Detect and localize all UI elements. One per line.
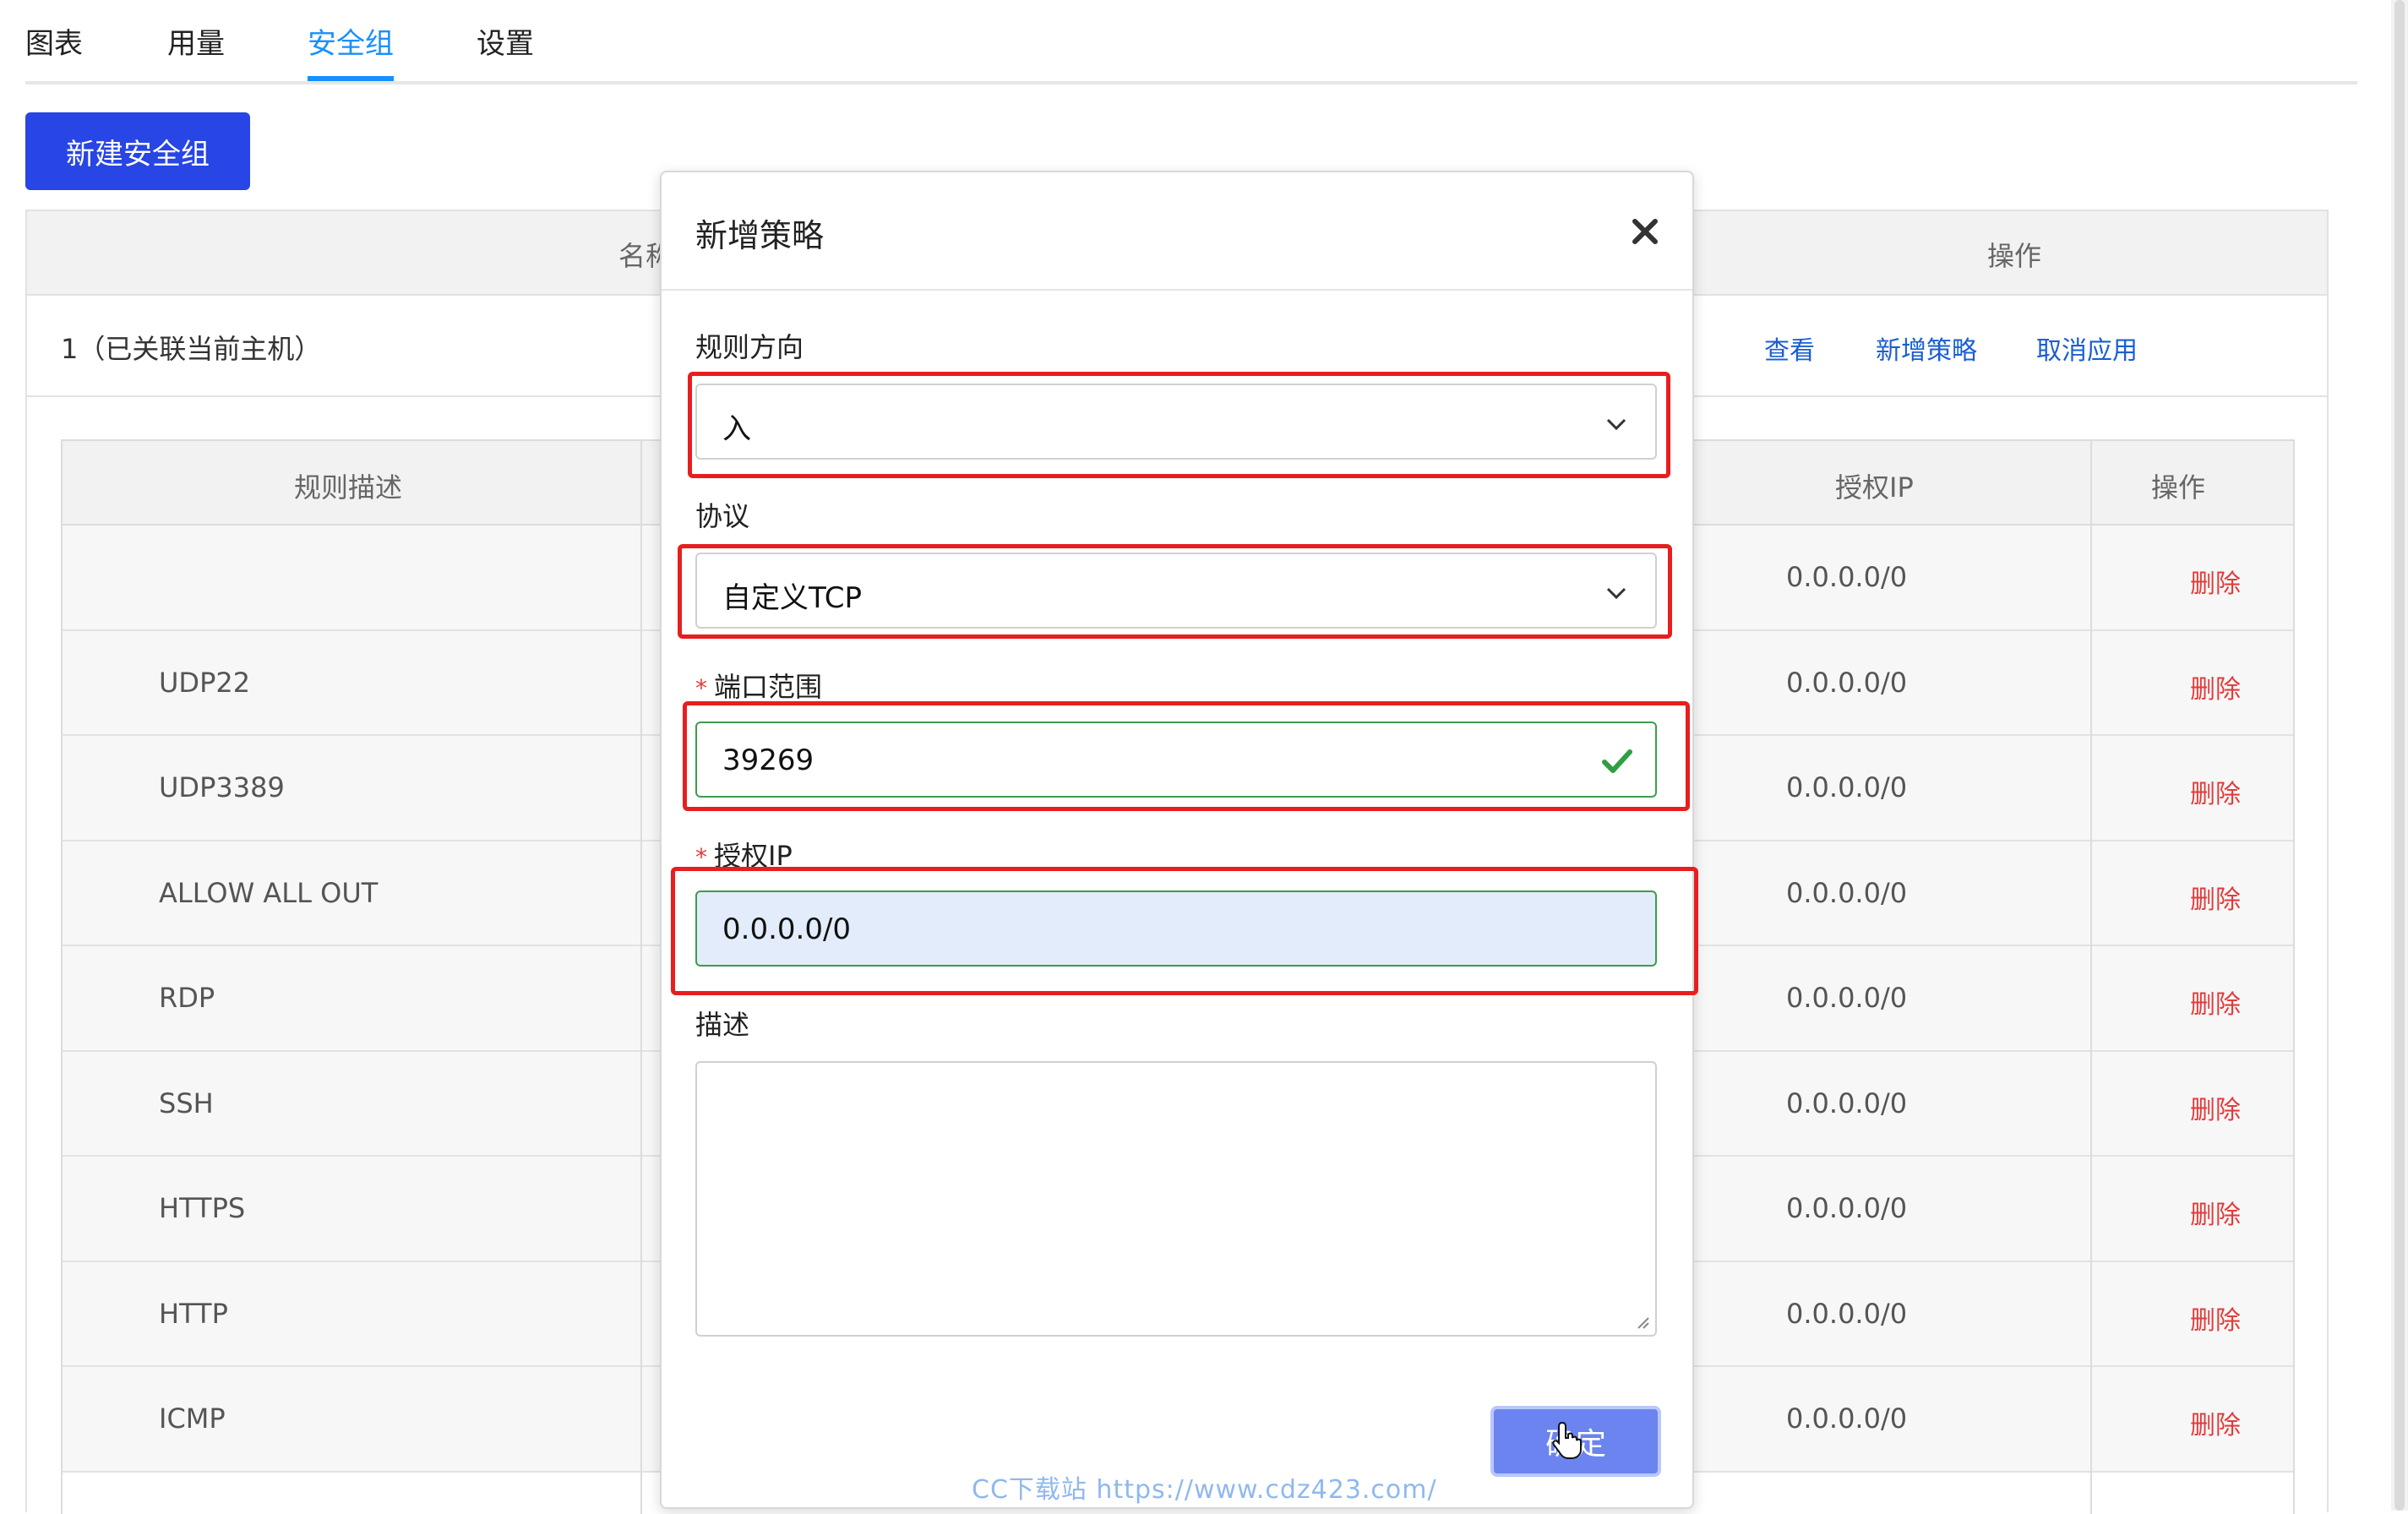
- authorized-ip-input[interactable]: 0.0.0.0/0: [695, 890, 1657, 967]
- delete-rule-link[interactable]: 删除: [2190, 563, 2241, 600]
- protocol-select[interactable]: 自定义TCP: [695, 553, 1657, 629]
- column-divider: [2090, 441, 2092, 1514]
- rule-authorized-ip: 0.0.0.0/0: [1786, 982, 1908, 1014]
- delete-rule-link[interactable]: 删除: [2190, 1194, 2241, 1231]
- rule-authorized-ip: 0.0.0.0/0: [1786, 1297, 1908, 1330]
- rule-description: SSH: [159, 1086, 214, 1119]
- cancel-apply-link[interactable]: 取消应用: [2036, 329, 2138, 367]
- tab-settings[interactable]: 设置: [477, 20, 534, 62]
- tab-bar: 图表 用量 安全组 设置: [25, 0, 2357, 84]
- rule-authorized-ip: 0.0.0.0/0: [1786, 1402, 1908, 1435]
- hand-cursor-icon: [1552, 1421, 1582, 1459]
- active-tab-indicator: [308, 76, 394, 81]
- rule-authorized-ip: 0.0.0.0/0: [1786, 1192, 1908, 1224]
- rule-description: RDP: [159, 982, 215, 1014]
- tab-security-group[interactable]: 安全组: [308, 20, 394, 62]
- required-mark: *: [695, 843, 707, 871]
- header-rule-description: 规则描述: [294, 471, 403, 504]
- header-rule-actions: 操作: [2151, 471, 2206, 504]
- protocol-value: 自定义TCP: [722, 581, 863, 615]
- delete-rule-link[interactable]: 删除: [2190, 668, 2241, 705]
- rule-authorized-ip: 0.0.0.0/0: [1786, 666, 1908, 699]
- rule-description: ALLOW ALL OUT: [159, 876, 379, 909]
- rule-description: HTTPS: [159, 1192, 246, 1224]
- authorized-ip-label: * 授权IP: [695, 835, 793, 874]
- rule-authorized-ip: 0.0.0.0/0: [1786, 876, 1908, 909]
- security-group-page: 图表 用量 安全组 设置 新建安全组 名称 操作 1（已关联当前主机） 查看 新…: [0, 0, 2408, 1514]
- description-textarea[interactable]: [695, 1061, 1657, 1337]
- authorized-ip-value: 0.0.0.0/0: [722, 912, 852, 946]
- rule-authorized-ip: 0.0.0.0/0: [1786, 1086, 1908, 1119]
- rule-description: ICMP: [159, 1402, 226, 1435]
- delete-rule-link[interactable]: 删除: [2190, 1404, 2241, 1441]
- authorized-ip-label-text: 授权IP: [714, 840, 793, 872]
- chevron-down-icon: [1606, 587, 1626, 600]
- delete-rule-link[interactable]: 删除: [2190, 879, 2241, 916]
- column-divider: [640, 441, 642, 1514]
- delete-rule-link[interactable]: 删除: [2190, 1299, 2241, 1337]
- port-range-label: * 端口范围: [695, 666, 822, 705]
- rule-description: UDP22: [159, 666, 251, 699]
- delete-rule-link[interactable]: 删除: [2190, 773, 2241, 810]
- close-icon[interactable]: [1628, 215, 1662, 248]
- rule-authorized-ip: 0.0.0.0/0: [1786, 561, 1908, 593]
- check-icon: [1602, 749, 1632, 773]
- required-mark: *: [695, 674, 707, 702]
- rule-description: HTTP: [159, 1297, 228, 1330]
- protocol-label: 协议: [695, 500, 750, 532]
- direction-label: 规则方向: [695, 331, 804, 363]
- view-link[interactable]: 查看: [1764, 329, 1815, 367]
- rule-description: UDP3389: [159, 771, 285, 803]
- rule-authorized-ip: 0.0.0.0/0: [1786, 771, 1908, 803]
- port-range-input[interactable]: 39269: [695, 722, 1657, 798]
- dialog-title: 新增策略: [695, 217, 825, 254]
- chevron-down-icon: [1606, 418, 1626, 431]
- resize-handle-icon[interactable]: [1633, 1313, 1650, 1330]
- add-policy-dialog: 新增策略 规则方向 入 协议 自定义TCP * 端口范围 39269 * 授权I…: [660, 171, 1694, 1509]
- port-range-value: 39269: [722, 743, 814, 777]
- new-security-group-button[interactable]: 新建安全组: [25, 112, 250, 190]
- tab-usage[interactable]: 用量: [167, 20, 225, 62]
- port-range-label-text: 端口范围: [714, 671, 823, 703]
- scrollbar-thumb[interactable]: [2394, 0, 2405, 1511]
- tab-charts[interactable]: 图表: [25, 20, 83, 62]
- dialog-header: 新增策略: [662, 172, 1692, 291]
- header-authorized-ip: 授权IP: [1835, 471, 1914, 504]
- direction-value: 入: [722, 412, 751, 446]
- add-policy-link[interactable]: 新增策略: [1876, 329, 1977, 367]
- delete-rule-link[interactable]: 删除: [2190, 983, 2241, 1021]
- security-group-name: 1（已关联当前主机）: [61, 333, 322, 365]
- description-label: 描述: [695, 1009, 750, 1041]
- delete-rule-link[interactable]: 删除: [2190, 1089, 2241, 1126]
- header-actions: 操作: [1987, 240, 2042, 272]
- direction-select[interactable]: 入: [695, 384, 1657, 460]
- watermark: CC下载站 https://www.cdz423.com/: [972, 1475, 1437, 1505]
